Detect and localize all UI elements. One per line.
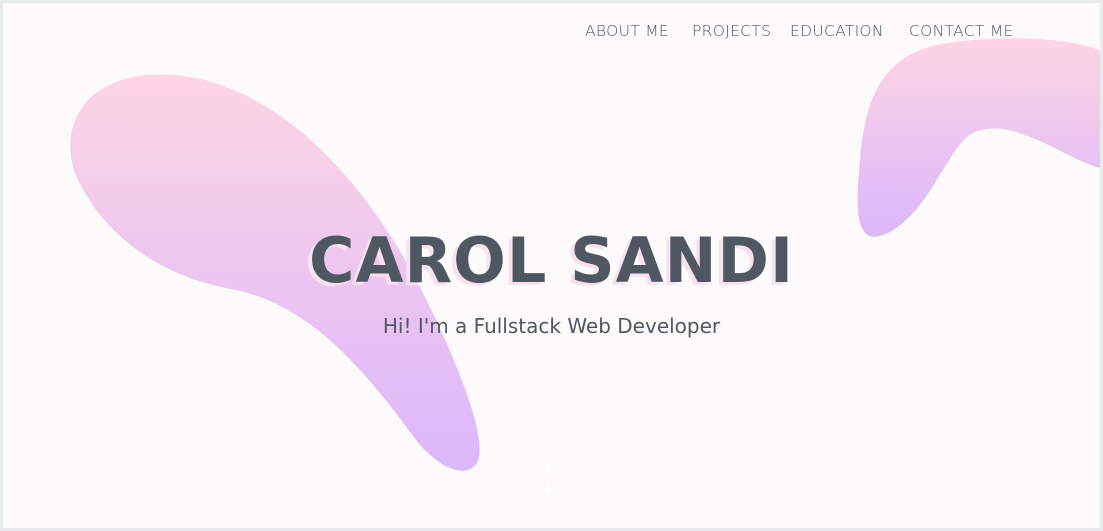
hero-subtitle: Hi! I'm a Fullstack Web Developer (382, 314, 721, 338)
scroll-dot-bottom (546, 484, 552, 495)
hero-page: ABOUT ME PROJECTS EDUCATION CONTACT ME C… (3, 3, 1100, 528)
top-nav: ABOUT ME PROJECTS EDUCATION CONTACT ME (3, 20, 1100, 44)
right-blob (857, 38, 1100, 237)
nav-projects[interactable]: PROJECTS (692, 20, 771, 42)
hero-title: CAROL SANDI (308, 224, 795, 297)
nav-education[interactable]: EDUCATION (790, 20, 884, 42)
nav-about-me[interactable]: ABOUT ME (585, 20, 669, 42)
nav-contact-me[interactable]: CONTACT ME (909, 20, 1014, 42)
scroll-down-icon[interactable] (539, 464, 559, 498)
scroll-dot-top (546, 464, 552, 472)
